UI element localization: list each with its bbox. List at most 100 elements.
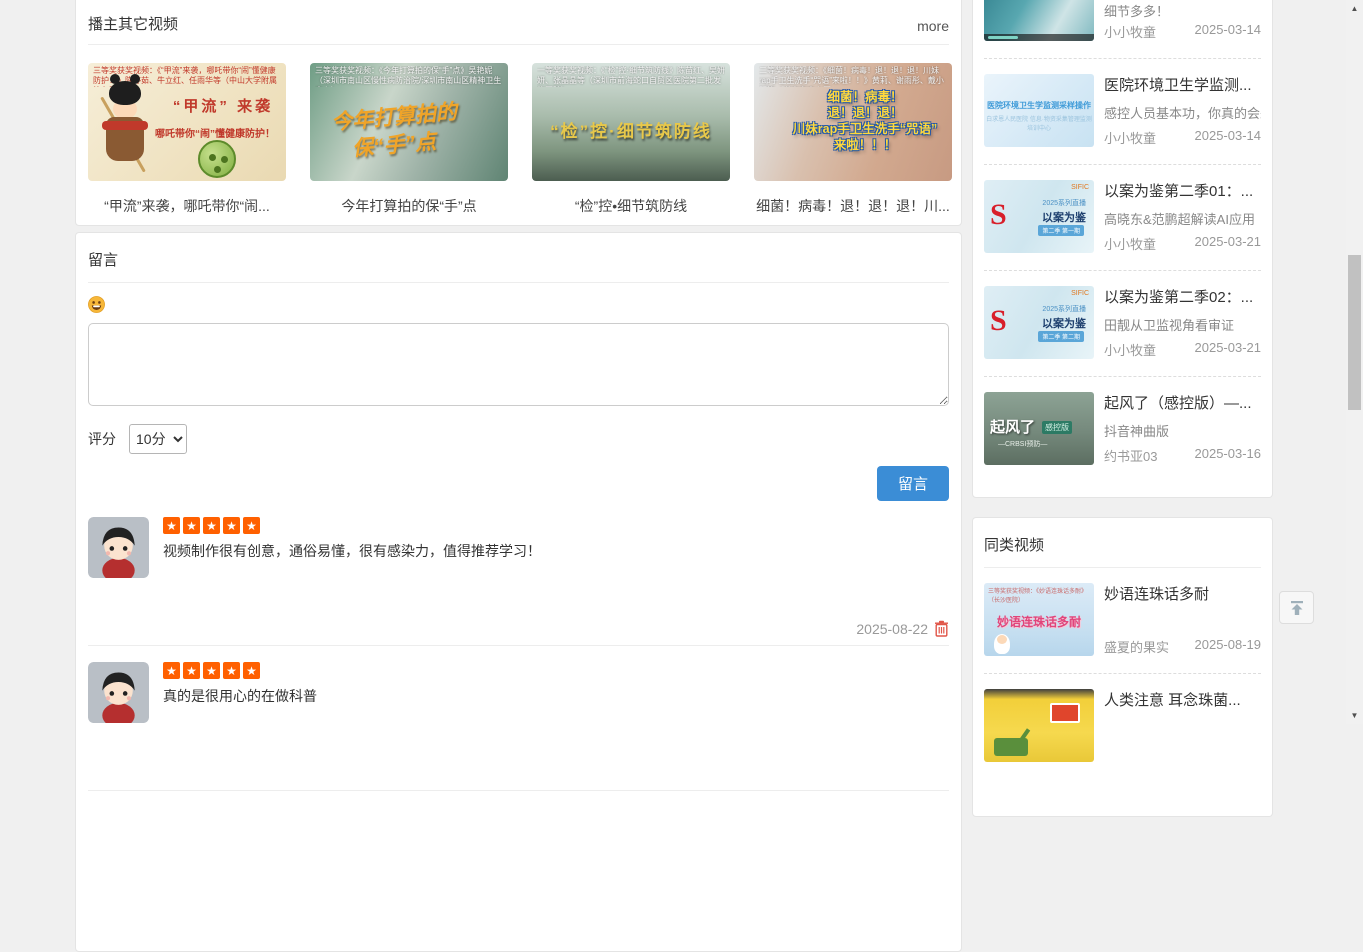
thumbnail-text: S	[990, 198, 1007, 232]
thumbnail-text: 妙语连珠话多耐	[984, 613, 1094, 630]
video-date: 2025-03-16	[1195, 446, 1262, 465]
video-thumbnail-baoshoudian[interactable]: 三等奖获奖视频：《今年打算拍的保“手”点》吴艳妮（深圳市南山区慢性病防治院/深圳…	[310, 63, 508, 181]
comment-date: 2025-08-22	[856, 621, 928, 637]
comment-text: 视频制作很有创意，通俗易懂，很有感染力，值得推荐学习！	[163, 541, 949, 561]
video-thumbnail-jialiu[interactable]: 三等奖获奖视频：《“甲流”来袭，哪吒带你“闹”懂健康防护！》陈婷茹、牛立红、任雨…	[88, 63, 286, 181]
sidebar-video-item: 人类注意 耳念珠菌...	[984, 673, 1261, 779]
comment-item: 视频制作很有创意，通俗易懂，很有感染力，值得推荐学习！ 2025-08-22	[88, 501, 949, 646]
video-subtitle: 感控人员基本功，你真的会采	[1104, 103, 1261, 122]
thumbnail-text: “甲流” 来袭	[166, 95, 280, 116]
warning-sign-illustration	[1050, 703, 1080, 723]
thumbnail-text: 以案为鉴	[1042, 209, 1086, 225]
scrollbar-down-arrow[interactable]: ▼	[1346, 707, 1363, 724]
video-date: 2025-03-14	[1195, 128, 1262, 147]
star-icon	[183, 517, 200, 534]
video-subtitle: 细节多多！	[1104, 1, 1261, 20]
video-title[interactable]: 起风了（感控版）—...	[1104, 392, 1261, 413]
thumbnail-text: 白求恩人民医院 信息·物资采集管理监测培训中心	[984, 114, 1094, 132]
star-icon	[163, 662, 180, 679]
similar-videos-card: 同类视频 三等奖获奖视频：《妙语连珠话多耐》（长沙医院） 妙语连珠话多耐 妙语连…	[972, 517, 1273, 817]
video-cell: 三等奖获奖视频：《“甲流”来袭，哪吒带你“闹”懂健康防护！》陈婷茹、牛立红、任雨…	[88, 63, 286, 216]
comment-text: 真的是很用心的在做科普	[163, 686, 949, 706]
thumbnail-caption: 三等奖获奖视频：《今年打算拍的保“手”点》吴艳妮（深圳市南山区慢性病防治院/深圳…	[315, 66, 503, 87]
star-rating	[163, 517, 949, 534]
video-author[interactable]: 小小牧童	[1104, 22, 1156, 41]
thumbnail-text: 起风了	[990, 416, 1035, 437]
thumbnail-text: S	[990, 304, 1007, 338]
video-thumbnail-yianweijian-01[interactable]: S SIFIC 2025系列直播 以案为鉴 第二季 第一期	[984, 180, 1094, 253]
comment-textarea[interactable]	[88, 323, 949, 406]
rating-label: 评分	[88, 429, 116, 449]
video-title[interactable]: 医院环境卫生学监测...	[1104, 74, 1261, 95]
video-thumbnail-rap[interactable]: 二等奖获奖视频：《细菌！病毒！退！退！退！川妹rap手卫生洗手“咒语”来啦！！》…	[754, 63, 952, 181]
video-date: 2025-03-21	[1195, 340, 1262, 359]
thumbnail-text: 2025系列直播	[1042, 198, 1086, 208]
scrollbar-thumb[interactable]	[1348, 255, 1361, 410]
star-icon	[243, 662, 260, 679]
video-cell: 三等奖获奖视频：《今年打算拍的保“手”点》吴艳妮（深圳市南山区慢性病防治院/深圳…	[310, 63, 508, 216]
video-title[interactable]: 以案为鉴第二季01：...	[1104, 180, 1261, 201]
video-subtitle: 田靓从卫监视角看审证	[1104, 315, 1261, 334]
star-icon	[203, 517, 220, 534]
video-subtitle: 抖音神曲版	[1104, 421, 1261, 440]
section-title: 播主其它视频	[88, 13, 178, 34]
sidebar-video-item: S SIFIC 2025系列直播 以案为鉴 第二季 第二期 以案为鉴第二季02：…	[984, 270, 1261, 376]
thumbnail-text: 2025系列直播	[1042, 304, 1086, 314]
sidebar-video-item: 三等奖获奖视频：《妙语连珠话多耐》（长沙医院） 妙语连珠话多耐 妙语连珠话多耐 …	[984, 568, 1261, 673]
sidebar-video-item: 医院环境卫生学监测采样操作 白求恩人民医院 信息·物资采集管理监测培训中心 医院…	[984, 58, 1261, 164]
scrollbar-track[interactable]: ▲ ▼	[1346, 0, 1363, 724]
video-author[interactable]: 约书亚03	[1104, 446, 1157, 465]
video-author[interactable]: 小小牧童	[1104, 340, 1156, 359]
video-cell: 一等奖获奖视频：《“检”控·细节筑防线》陈苗红、吴妍妍、张晶晶等（深圳市前海蛇口…	[532, 63, 730, 216]
card-header: 播主其它视频 more	[88, 0, 949, 45]
star-icon	[163, 517, 180, 534]
video-subtitle: 高晓东&范鹏超解读AI应用	[1104, 209, 1261, 228]
video-title[interactable]: “甲流”来袭，哪吒带你“闹...	[88, 196, 286, 216]
star-icon	[243, 517, 260, 534]
video-title[interactable]: “检”控•细节筑防线	[532, 196, 730, 216]
video-author[interactable]: 小小牧童	[1104, 234, 1156, 253]
virus-illustration	[198, 140, 236, 178]
sidebar-video-item: 细节多多！ 小小牧童 2025-03-14	[984, 0, 1261, 58]
avatar	[88, 517, 149, 578]
scrollbar-up-arrow[interactable]: ▲	[1346, 0, 1363, 17]
sific-logo: SIFIC	[1071, 184, 1089, 191]
thumbnail-text: 第二季 第一期	[1038, 225, 1084, 236]
thumbnail-text: 以案为鉴	[1042, 315, 1086, 331]
video-thumbnail-monitoring[interactable]: 医院环境卫生学监测采样操作 白求恩人民医院 信息·物资采集管理监测培训中心	[984, 74, 1094, 147]
video-thumb-row: 三等奖获奖视频：《“甲流”来袭，哪吒带你“闹”懂健康防护！》陈婷茹、牛立红、任雨…	[88, 45, 949, 216]
excavator-illustration	[994, 738, 1028, 756]
video-thumbnail-miaoyu[interactable]: 三等奖获奖视频：《妙语连珠话多耐》（长沙医院） 妙语连珠话多耐	[984, 583, 1094, 656]
video-author[interactable]: 盛夏的果实	[1104, 637, 1169, 656]
video-title[interactable]: 今年打算拍的保“手”点	[310, 196, 508, 216]
comments-card: 留言 评分 10分 留言	[75, 232, 962, 952]
player-progress-bar	[984, 34, 1094, 41]
back-to-top-button[interactable]	[1279, 591, 1314, 624]
rating-select[interactable]: 10分	[129, 424, 187, 454]
delete-comment-icon[interactable]	[934, 620, 949, 637]
video-author[interactable]: 小小牧童	[1104, 128, 1156, 147]
submit-comment-button[interactable]: 留言	[877, 466, 949, 501]
more-link[interactable]: more	[917, 18, 949, 34]
video-title[interactable]: 妙语连珠话多耐	[1104, 583, 1261, 604]
video-thumbnail-erzhenzhujun[interactable]	[984, 689, 1094, 762]
video-thumbnail-qifengle[interactable]: 起风了 感控版 —CRBSI预防—	[984, 392, 1094, 465]
video-thumbnail-jiankong[interactable]: 一等奖获奖视频：《“检”控·细节筑防线》陈苗红、吴妍妍、张晶晶等（深圳市前海蛇口…	[532, 63, 730, 181]
video-thumbnail-nurse[interactable]	[984, 0, 1094, 41]
thumbnail-caption: 一等奖获奖视频：《“检”控·细节筑防线》陈苗红、吴妍妍、张晶晶等（深圳市前海蛇口…	[537, 66, 725, 87]
video-title[interactable]: 细菌！病毒！退！退！退！川...	[754, 196, 952, 216]
star-rating	[163, 662, 949, 679]
thumbnail-caption: 三等奖获奖视频：《妙语连珠话多耐》（长沙医院）	[988, 586, 1090, 604]
video-date: 2025-08-19	[1195, 637, 1262, 656]
emoji-picker-icon[interactable]	[88, 296, 105, 313]
comments-header: 留言	[88, 233, 949, 283]
thumbnail-caption: 二等奖获奖视频：《细菌！病毒！退！退！退！川妹rap手卫生洗手“咒语”来啦！！》…	[759, 66, 947, 87]
video-thumbnail-yianweijian-02[interactable]: S SIFIC 2025系列直播 以案为鉴 第二季 第二期	[984, 286, 1094, 359]
sidebar-video-item: 起风了 感控版 —CRBSI预防— 起风了（感控版）—... 抖音神曲版 约书亚…	[984, 376, 1261, 482]
broadcaster-other-videos-card: 播主其它视频 more 三等奖获奖视频：《“甲流”来袭，哪吒带你“闹”懂健康防护…	[75, 0, 962, 226]
video-title[interactable]: 人类注意 耳念珠菌...	[1104, 689, 1261, 710]
nezha-character-illustration	[94, 81, 156, 177]
thumbnail-text: 细菌！病毒！ 退！退！退！ 川妹rap手卫生洗手“咒语” 来啦！！！	[780, 89, 950, 153]
star-icon	[183, 662, 200, 679]
video-title[interactable]: 以案为鉴第二季02：...	[1104, 286, 1261, 307]
